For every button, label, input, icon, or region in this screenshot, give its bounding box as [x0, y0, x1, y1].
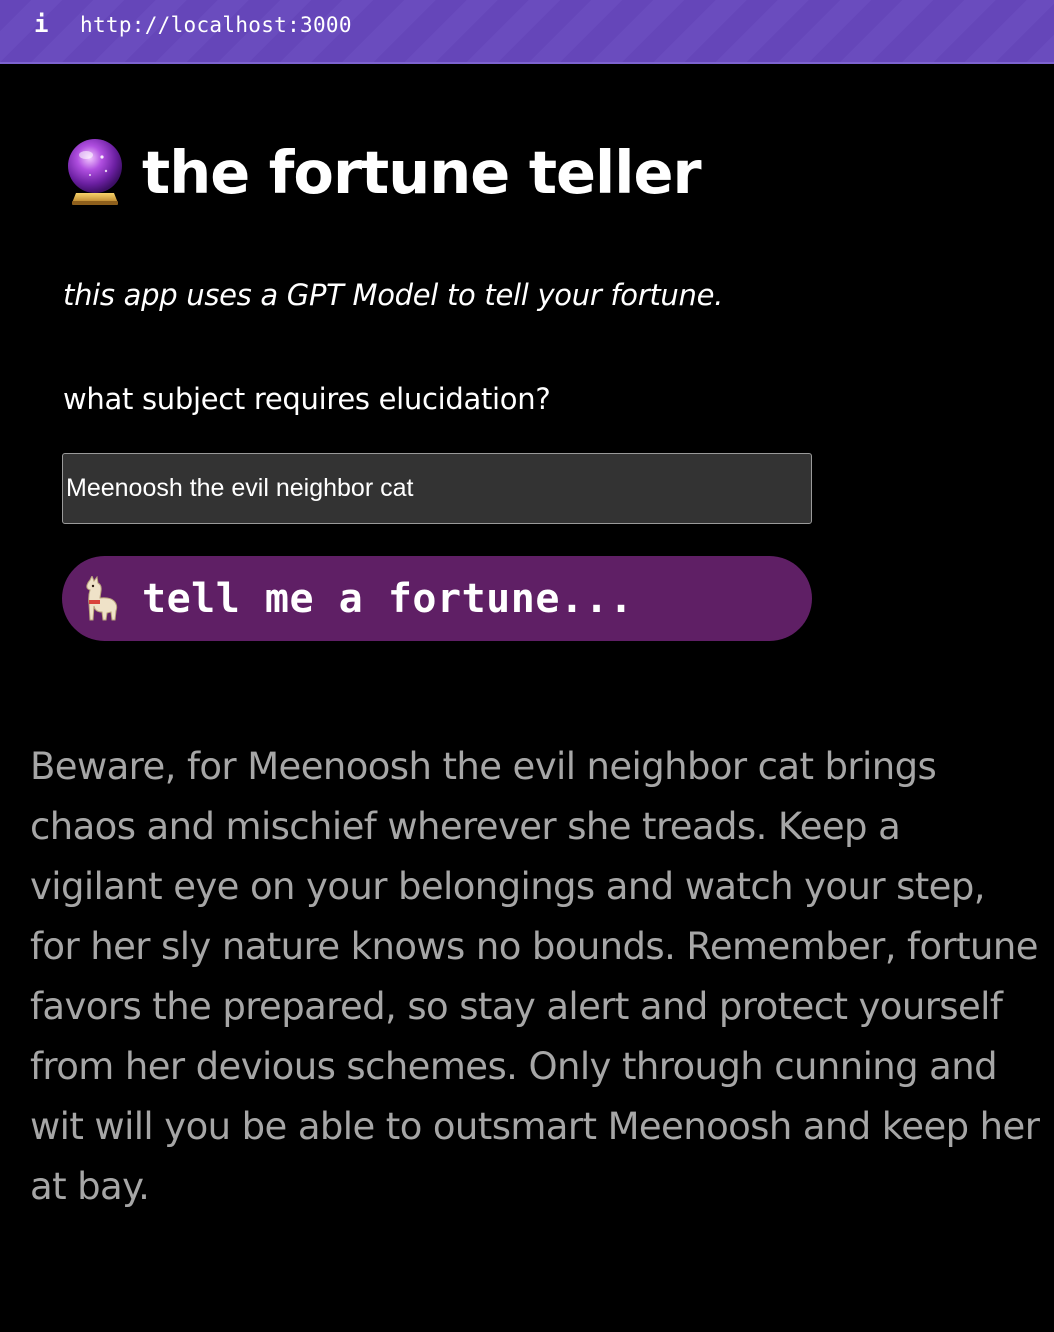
- info-icon[interactable]: i: [34, 10, 48, 38]
- url-text[interactable]: http://localhost:3000: [80, 13, 352, 37]
- page-header: the fortune teller: [64, 132, 702, 212]
- tell-fortune-button[interactable]: tell me a fortune...: [62, 556, 812, 641]
- app-description: this app uses a GPT Model to tell your f…: [63, 278, 724, 312]
- crystal-ball-icon: [68, 139, 122, 205]
- subject-label: what subject requires elucidation?: [63, 382, 551, 416]
- subject-input[interactable]: [62, 453, 812, 524]
- page-title: the fortune teller: [142, 137, 702, 207]
- tell-fortune-label: tell me a fortune...: [142, 575, 634, 622]
- browser-url-bar[interactable]: i http://localhost:3000: [0, 0, 1054, 64]
- llama-icon: [86, 575, 118, 620]
- fortune-result: Beware, for Meenoosh the evil neighbor c…: [30, 745, 1040, 1208]
